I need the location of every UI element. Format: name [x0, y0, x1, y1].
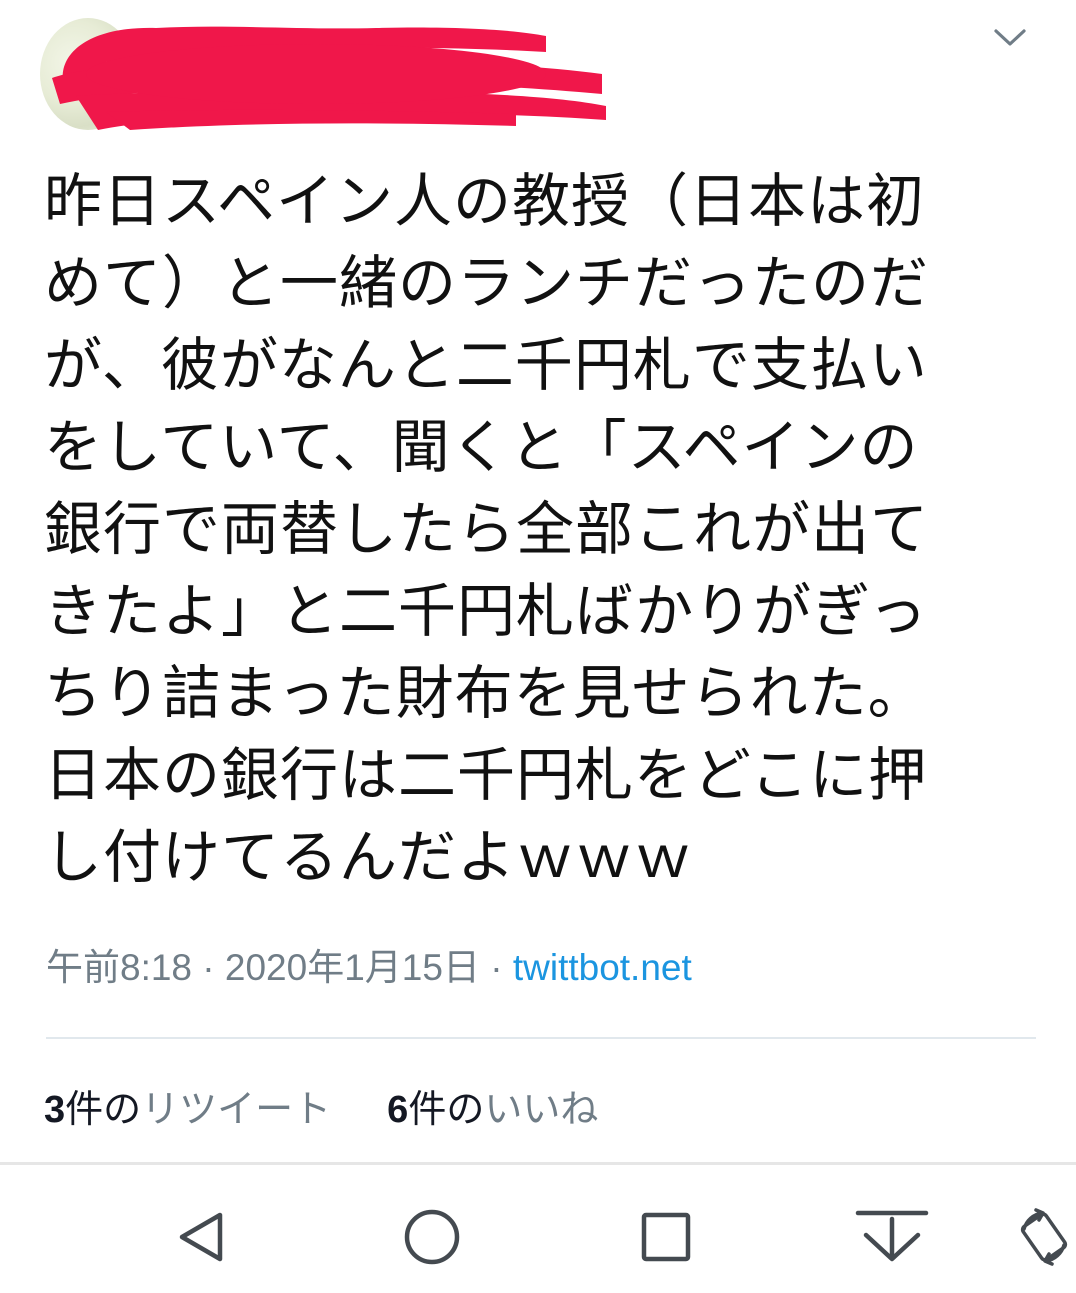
- pull-down-icon: [855, 1210, 929, 1262]
- tweet-text-line: ちり詰まった財布を見せられた。: [44, 659, 927, 727]
- nav-back-button[interactable]: [160, 1197, 240, 1277]
- meta-separator: ·: [192, 947, 225, 988]
- like-count[interactable]: 6件のいいね: [387, 1080, 598, 1140]
- tweet-stats: 3件のリツイート 6件のいいね: [44, 1080, 654, 1140]
- retweet-count-label: リツイート: [141, 1089, 332, 1131]
- tweet-date[interactable]: 2020年1月15日: [225, 947, 480, 988]
- nav-home-button[interactable]: [392, 1197, 472, 1277]
- tweet-text-line: きたよ」と二千円札ばかりがぎっ: [44, 577, 928, 645]
- tweet-time[interactable]: 午前8:18: [46, 947, 192, 988]
- tweet-text-line: 昨日スペイン人の教授（日本は初: [44, 167, 925, 235]
- tweet-text-line: めて）と一緒のランチだったのだ: [44, 249, 930, 317]
- tweet-text-line: し付けてるんだよｗｗｗ: [44, 823, 694, 891]
- meta-separator: ·: [479, 947, 513, 988]
- tweet-source-link[interactable]: twittbot.net: [513, 947, 692, 988]
- tweet-text-line: をしていて、聞くと「スペインの: [44, 413, 919, 481]
- home-circle-icon: [404, 1209, 460, 1265]
- nav-recents-button[interactable]: [626, 1197, 706, 1277]
- divider: [46, 1037, 1036, 1039]
- like-count-unit: 件の: [408, 1089, 485, 1131]
- recents-square-icon: [641, 1212, 691, 1262]
- tweet-text: 昨日スペイン人の教授（日本は初 めて）と一緒のランチだったのだ が、彼がなんと二千円…: [44, 160, 1044, 898]
- like-count-label: いいね: [484, 1089, 599, 1131]
- retweet-count[interactable]: 3件のリツイート: [44, 1080, 331, 1140]
- retweet-count-number: 3: [44, 1089, 66, 1131]
- tweet-text-line: 銀行で両替したら全部これが出て: [44, 495, 930, 563]
- chevron-down-icon[interactable]: [990, 22, 1030, 52]
- android-navigation-bar: [0, 1165, 1076, 1293]
- tweet-header: [0, 0, 1076, 160]
- tweet-meta: 午前8:18 · 2020年1月15日 · twittbot.net: [46, 940, 692, 996]
- rotate-icon: [1020, 1208, 1068, 1266]
- like-count-number: 6: [387, 1089, 409, 1131]
- nav-notifications-button[interactable]: [852, 1197, 932, 1277]
- retweet-count-unit: 件の: [65, 1089, 142, 1131]
- nav-rotate-button[interactable]: [1012, 1197, 1076, 1277]
- back-triangle-icon: [179, 1212, 223, 1262]
- tweet-text-line: が、彼がなんと二千円札で支払い: [44, 331, 928, 399]
- tweet-text-line: 日本の銀行は二千円札をどこに押: [44, 741, 928, 809]
- redaction-scribble: [52, 26, 606, 130]
